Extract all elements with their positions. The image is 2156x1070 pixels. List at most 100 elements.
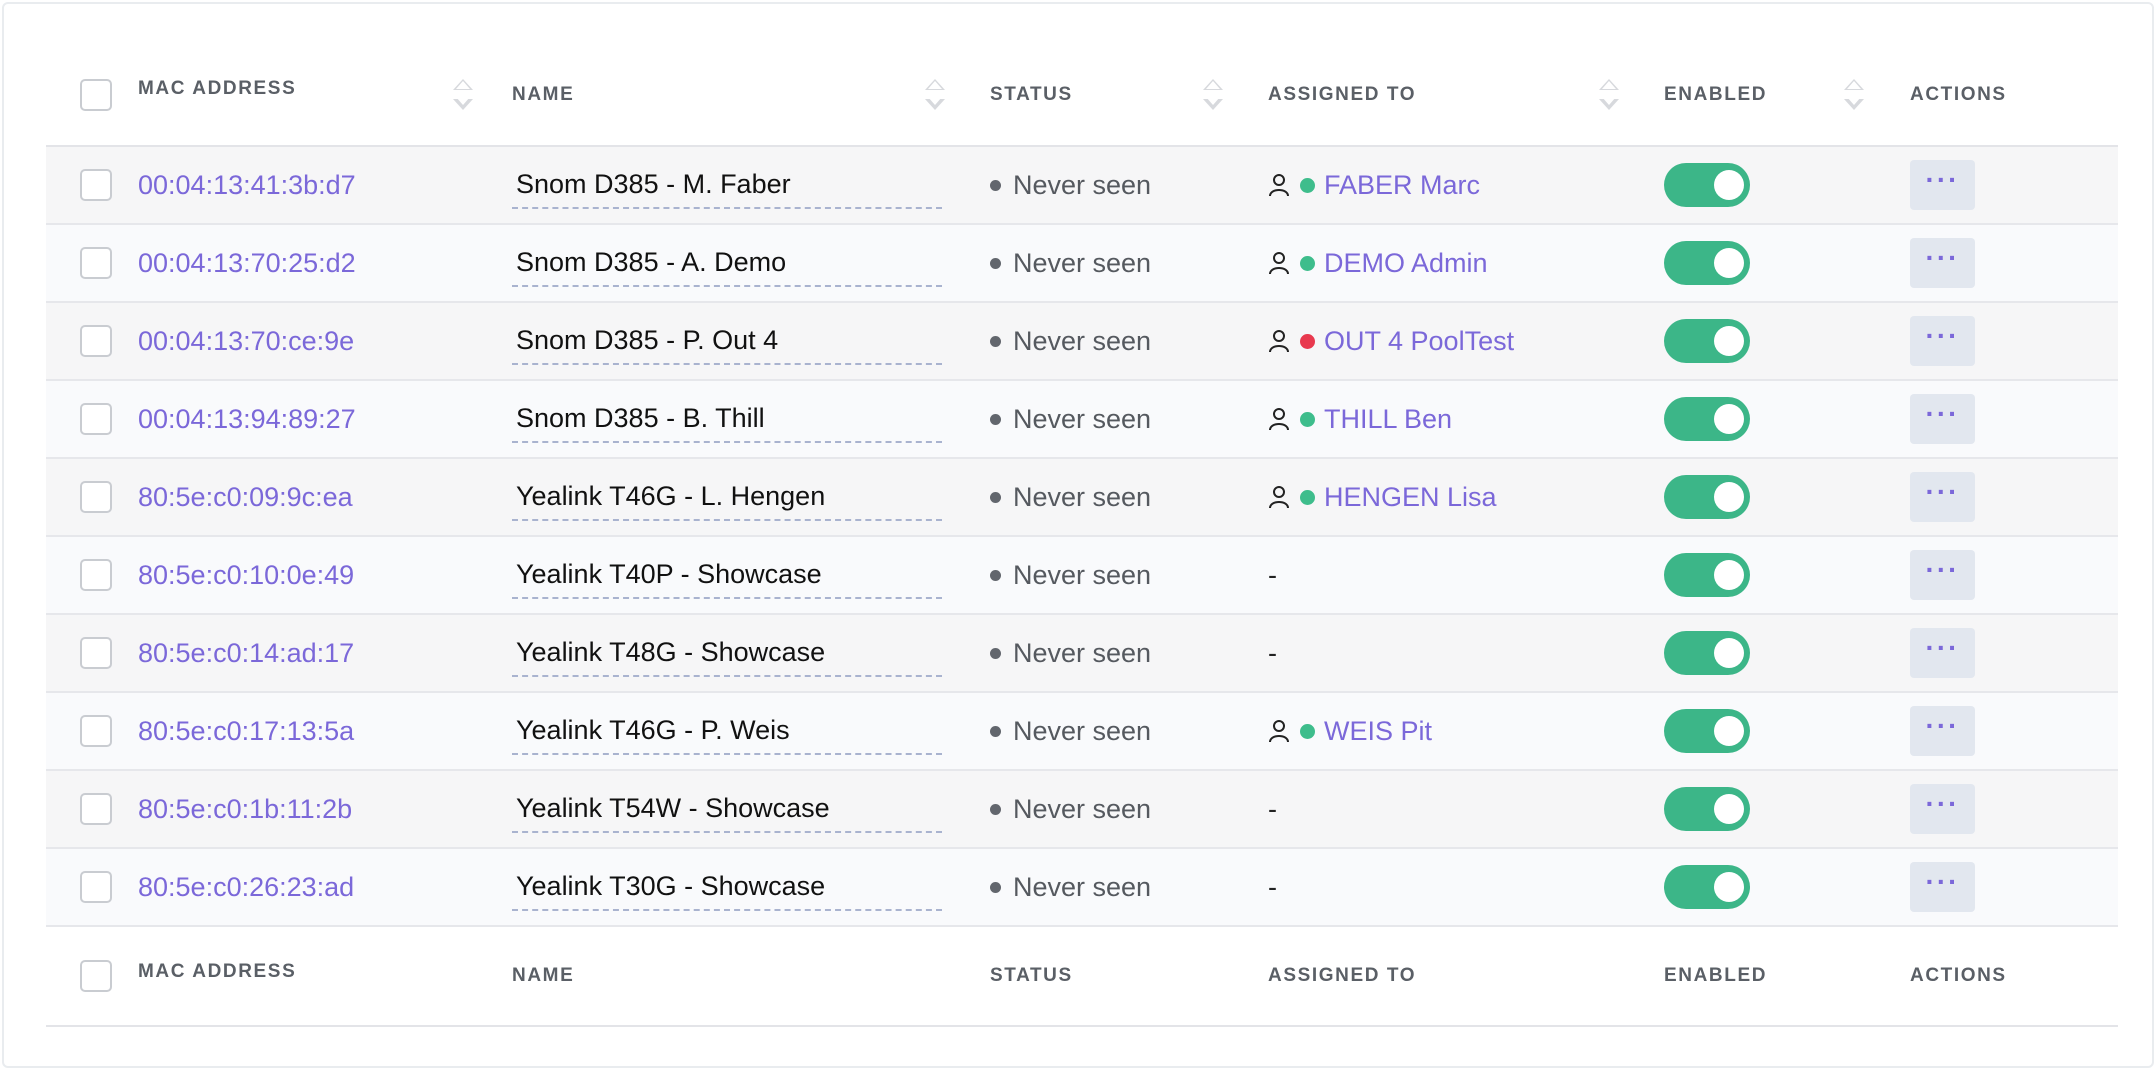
row-checkbox[interactable] <box>80 325 112 357</box>
user-icon <box>1269 174 1289 197</box>
column-header-enabled[interactable]: ENABLED <box>1664 84 1767 106</box>
row-checkbox[interactable] <box>80 793 112 825</box>
more-actions-button[interactable]: ··· <box>1910 628 1975 678</box>
row-checkbox[interactable] <box>80 871 112 903</box>
status-dot-icon <box>990 491 1001 503</box>
status-dot-icon <box>990 179 1001 191</box>
sort-status-icon[interactable] <box>1202 75 1224 115</box>
status-dot-icon <box>990 803 1001 815</box>
select-all-checkbox-footer[interactable] <box>80 960 112 992</box>
device-name-field[interactable]: Snom D385 - A. Demo <box>512 239 942 287</box>
presence-status-icon <box>1300 489 1315 505</box>
device-name-field[interactable]: Snom D385 - B. Thill <box>512 395 942 443</box>
enabled-toggle[interactable] <box>1664 553 1750 597</box>
toggle-knob <box>1714 872 1744 902</box>
status-text: Never seen <box>1013 559 1152 590</box>
footer-header-actions: ACTIONS <box>1910 965 2007 986</box>
column-header-status[interactable]: STATUS <box>990 84 1073 106</box>
toggle-knob <box>1714 716 1744 746</box>
table-row: 80:5e:c0:10:0e:49 Yealink T40P - Showcas… <box>46 537 2118 615</box>
footer-header-enabled: ENABLED <box>1664 965 1768 986</box>
enabled-toggle[interactable] <box>1664 241 1750 285</box>
presence-status-icon <box>1300 411 1315 427</box>
more-actions-button[interactable]: ··· <box>1910 706 1975 756</box>
user-icon <box>1269 720 1289 743</box>
device-name-field[interactable]: Yealink T46G - P. Weis <box>512 707 942 755</box>
toggle-knob <box>1714 638 1744 668</box>
device-name-field[interactable]: Yealink T30G - Showcase <box>512 863 942 911</box>
column-header-actions: ACTIONS <box>1910 83 2007 105</box>
enabled-toggle[interactable] <box>1664 475 1750 519</box>
assigned-user-link[interactable]: HENGEN Lisa <box>1324 482 1497 513</box>
device-name-field[interactable]: Snom D385 - P. Out 4 <box>512 317 942 365</box>
device-name-field[interactable]: Yealink T46G - L. Hengen <box>512 473 942 521</box>
toggle-knob <box>1714 404 1744 434</box>
mac-address-link[interactable]: 80:5e:c0:1b:11:2b <box>138 794 352 825</box>
enabled-toggle[interactable] <box>1664 163 1750 207</box>
assigned-user-link[interactable]: OUT 4 PoolTest <box>1324 326 1514 357</box>
status-text: Never seen <box>1013 169 1152 200</box>
sort-mac-icon[interactable] <box>452 75 474 115</box>
device-name-field[interactable]: Yealink T54W - Showcase <box>512 785 942 833</box>
mac-address-link[interactable]: 80:5e:c0:14:ad:17 <box>138 638 354 669</box>
device-name-field[interactable]: Yealink T40P - Showcase <box>512 551 942 599</box>
more-actions-button[interactable]: ··· <box>1910 784 1975 834</box>
enabled-toggle[interactable] <box>1664 397 1750 441</box>
toggle-knob <box>1714 170 1744 200</box>
row-checkbox[interactable] <box>80 637 112 669</box>
toggle-knob <box>1714 326 1744 356</box>
status-dot-icon <box>990 647 1001 659</box>
assigned-user-link[interactable]: DEMO Admin <box>1324 248 1488 279</box>
column-header-name[interactable]: NAME <box>512 84 574 106</box>
enabled-toggle[interactable] <box>1664 631 1750 675</box>
row-checkbox[interactable] <box>80 403 112 435</box>
mac-address-link[interactable]: 00:04:13:70:ce:9e <box>138 326 354 357</box>
sort-assigned-icon[interactable] <box>1598 75 1620 115</box>
device-name-field[interactable]: Yealink T48G - Showcase <box>512 629 942 677</box>
enabled-toggle[interactable] <box>1664 865 1750 909</box>
mac-address-link[interactable]: 00:04:13:41:3b:d7 <box>138 170 356 201</box>
row-checkbox[interactable] <box>80 481 112 513</box>
assigned-user-link[interactable]: FABER Marc <box>1324 170 1480 201</box>
table-body: 00:04:13:41:3b:d7 Snom D385 - M. Faber N… <box>46 147 2118 927</box>
assigned-user-link[interactable]: THILL Ben <box>1324 404 1452 435</box>
mac-address-link[interactable]: 80:5e:c0:10:0e:49 <box>138 560 354 591</box>
mac-address-link[interactable]: 80:5e:c0:26:23:ad <box>138 872 354 903</box>
mac-address-link[interactable]: 00:04:13:94:89:27 <box>138 404 356 435</box>
status-text: Never seen <box>1013 637 1152 668</box>
footer-header-name: NAME <box>512 965 575 986</box>
assigned-user-link[interactable]: WEIS Pit <box>1324 716 1432 747</box>
enabled-toggle[interactable] <box>1664 787 1750 831</box>
more-actions-button[interactable]: ··· <box>1910 550 1975 600</box>
more-actions-button[interactable]: ··· <box>1910 238 1975 288</box>
table-row: 80:5e:c0:26:23:ad Yealink T30G - Showcas… <box>46 849 2118 927</box>
status-text: Never seen <box>1013 403 1152 434</box>
table-row: 00:04:13:70:ce:9e Snom D385 - P. Out 4 N… <box>46 303 2118 381</box>
mac-address-link[interactable]: 80:5e:c0:09:9c:ea <box>138 482 353 513</box>
enabled-toggle[interactable] <box>1664 709 1750 753</box>
status-dot-icon <box>990 569 1001 581</box>
enabled-toggle[interactable] <box>1664 319 1750 363</box>
table-row: 00:04:13:70:25:d2 Snom D385 - A. Demo Ne… <box>46 225 2118 303</box>
more-actions-button[interactable]: ··· <box>1910 160 1975 210</box>
select-all-checkbox[interactable] <box>80 78 112 111</box>
mac-address-link[interactable]: 80:5e:c0:17:13:5a <box>138 716 354 747</box>
presence-status-icon <box>1300 723 1315 739</box>
row-checkbox[interactable] <box>80 715 112 747</box>
mac-address-link[interactable]: 00:04:13:70:25:d2 <box>138 248 356 279</box>
device-table-panel: MAC ADDRESS NAME STATUS ASSIGNED TO ENAB… <box>2 2 2154 1068</box>
row-checkbox[interactable] <box>80 247 112 279</box>
row-checkbox[interactable] <box>80 559 112 591</box>
column-header-assigned-to[interactable]: ASSIGNED TO <box>1268 84 1416 106</box>
sort-name-icon[interactable] <box>924 75 946 115</box>
more-actions-button[interactable]: ··· <box>1910 862 1975 912</box>
user-icon <box>1269 330 1289 353</box>
user-icon <box>1269 408 1289 431</box>
row-checkbox[interactable] <box>80 169 112 201</box>
more-actions-button[interactable]: ··· <box>1910 316 1975 366</box>
column-header-mac-address[interactable]: MAC ADDRESS <box>138 78 296 100</box>
sort-enabled-icon[interactable] <box>1843 75 1865 115</box>
device-name-field[interactable]: Snom D385 - M. Faber <box>512 161 942 209</box>
more-actions-button[interactable]: ··· <box>1910 472 1975 522</box>
more-actions-button[interactable]: ··· <box>1910 394 1975 444</box>
